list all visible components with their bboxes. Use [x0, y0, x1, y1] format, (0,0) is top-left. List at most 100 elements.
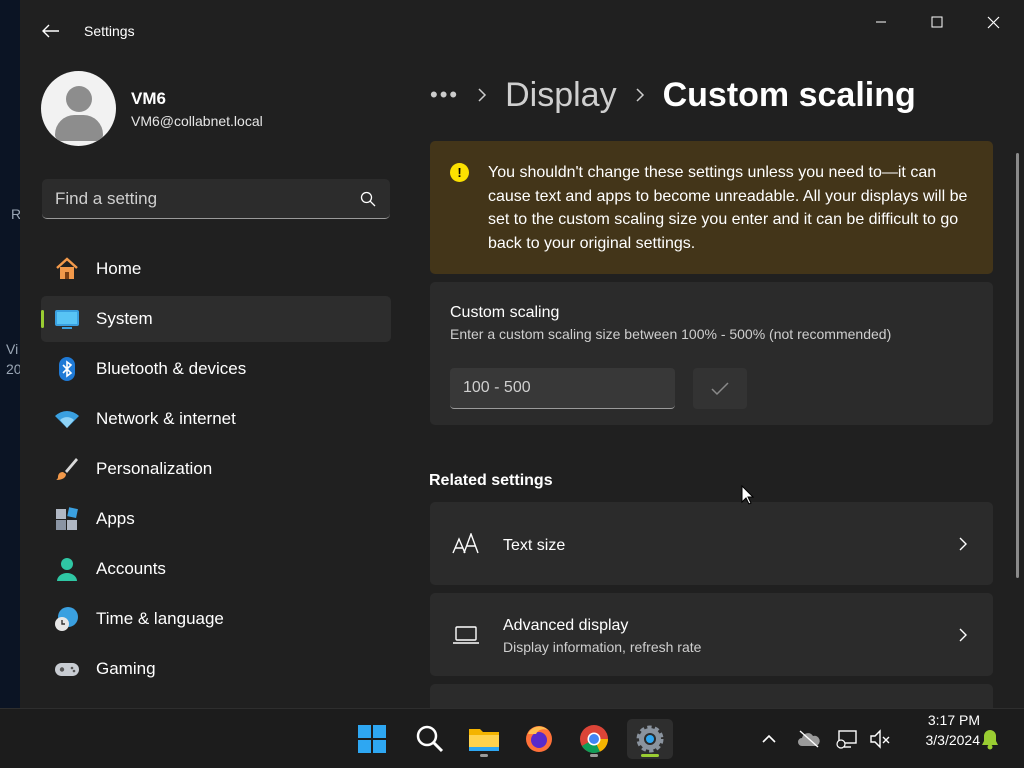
taskbar-start[interactable] [352, 719, 392, 759]
sidebar-nav: Home System Bluetooth & devices Network … [41, 246, 391, 696]
taskbar-settings[interactable] [627, 719, 673, 759]
avatar [41, 71, 116, 146]
related-item-text-size[interactable]: Text size [430, 502, 993, 585]
custom-scaling-card: Custom scaling Enter a custom scaling si… [430, 282, 993, 425]
scaling-input[interactable] [450, 368, 675, 409]
network-icon [836, 730, 857, 749]
taskbar-file-explorer[interactable] [464, 719, 504, 759]
volume-muted-icon [870, 729, 890, 749]
sidebar-item-time-language[interactable]: Time & language [41, 596, 391, 642]
profile-name: VM6 [131, 88, 166, 108]
minimize-button[interactable] [858, 8, 904, 36]
home-icon [54, 256, 80, 282]
search-input[interactable] [55, 188, 345, 209]
notifications-button[interactable] [978, 727, 1002, 751]
related-item-advanced-display[interactable]: Advanced display Display information, re… [430, 593, 993, 676]
system-icon [54, 306, 80, 332]
chevron-right-icon [636, 88, 644, 102]
profile-email: VM6@collabnet.local [131, 112, 263, 129]
brush-icon [54, 456, 80, 482]
sidebar-item-system[interactable]: System [41, 296, 391, 342]
sidebar-item-gaming[interactable]: Gaming [41, 646, 391, 692]
sidebar-item-label: Personalization [96, 459, 213, 478]
sidebar-item-label: Home [96, 259, 142, 278]
title-bar: Settings [20, 0, 1024, 44]
sidebar-item-network[interactable]: Network & internet [41, 396, 391, 442]
minimize-icon [876, 21, 886, 23]
file-explorer-icon [469, 729, 499, 751]
taskbar-search[interactable] [410, 719, 450, 759]
user-profile[interactable]: VM6 VM6@collabnet.local [41, 71, 263, 146]
chevron-right-icon [959, 537, 967, 551]
sidebar-item-personalization[interactable]: Personalization [41, 446, 391, 492]
warning-banner: ! You shouldn't change these settings un… [430, 141, 993, 274]
sidebar-item-home[interactable]: Home [41, 246, 391, 292]
start-icon [358, 725, 386, 753]
custom-scaling-title: Custom scaling [450, 304, 560, 321]
search-icon[interactable] [360, 191, 376, 207]
firefox-icon [526, 726, 552, 752]
bell-icon [982, 730, 998, 750]
close-button[interactable] [970, 8, 1016, 36]
chevron-right-icon [959, 628, 967, 642]
apps-icon [54, 506, 80, 532]
cloud-offline-icon [798, 730, 820, 748]
sidebar-item-label: Time & language [96, 609, 224, 628]
search-icon [416, 725, 444, 753]
clock-time: 3:17 PM [927, 712, 980, 728]
taskbar-clock[interactable]: 3:17 PM 3/3/2024 [900, 710, 981, 750]
page-title: Custom scaling [662, 75, 916, 114]
volume-tray[interactable] [868, 727, 892, 751]
apply-scaling-button[interactable] [693, 368, 747, 409]
sidebar-item-label: System [96, 309, 153, 328]
app-title: Settings [84, 23, 135, 39]
wifi-icon [54, 406, 80, 432]
taskbar-chrome[interactable] [574, 719, 614, 759]
warning-icon: ! [450, 163, 469, 182]
checkmark-icon [711, 381, 729, 395]
maximize-icon [931, 16, 943, 28]
close-icon [987, 16, 999, 28]
scrollbar[interactable] [1016, 153, 1019, 578]
taskbar-firefox[interactable] [519, 719, 559, 759]
search-box[interactable] [42, 179, 390, 219]
sidebar-item-label: Bluetooth & devices [96, 359, 247, 378]
onedrive-tray[interactable] [797, 727, 821, 751]
text-size-icon [452, 530, 480, 558]
sidebar-item-label: Accounts [96, 559, 166, 578]
chevron-up-icon [762, 734, 776, 743]
globe-clock-icon [54, 606, 80, 632]
sidebar-item-accounts[interactable]: Accounts [41, 546, 391, 592]
settings-icon [636, 725, 664, 753]
sidebar-item-bluetooth[interactable]: Bluetooth & devices [41, 346, 391, 392]
accounts-icon [54, 556, 80, 582]
chrome-icon [580, 725, 608, 753]
breadcrumb-display[interactable]: Display [505, 76, 616, 115]
breadcrumb-ellipsis[interactable]: ••• [430, 82, 459, 108]
related-item-title: Text size [503, 537, 566, 554]
related-item-title: Advanced display [503, 617, 629, 634]
settings-window: Settings VM6 VM6@collabnet.local Home [20, 0, 1024, 708]
back-button[interactable] [36, 16, 66, 46]
maximize-button[interactable] [914, 8, 960, 36]
sidebar-item-label: Gaming [96, 659, 156, 678]
related-settings-heading: Related settings [429, 472, 553, 489]
bluetooth-icon [54, 356, 80, 382]
breadcrumb: ••• Display Custom scaling [430, 70, 916, 120]
mouse-cursor-icon [741, 485, 754, 505]
sidebar-item-label: Network & internet [96, 409, 236, 428]
network-tray[interactable] [836, 727, 860, 751]
related-item-partial[interactable] [430, 684, 993, 708]
sidebar-item-label: Apps [96, 509, 135, 528]
laptop-icon [452, 621, 480, 649]
chevron-right-icon [478, 88, 487, 102]
warning-text: You shouldn't change these settings unle… [488, 164, 968, 252]
sidebar-item-apps[interactable]: Apps [41, 496, 391, 542]
clock-date: 3/3/2024 [925, 732, 981, 748]
arrow-left-icon [42, 24, 59, 38]
gamepad-icon [54, 656, 80, 682]
taskbar [0, 708, 1024, 768]
show-hidden-icons-button[interactable] [757, 727, 781, 751]
desktop-text-fragment: Vi [6, 341, 19, 357]
custom-scaling-subtitle: Enter a custom scaling size between 100%… [450, 326, 892, 342]
